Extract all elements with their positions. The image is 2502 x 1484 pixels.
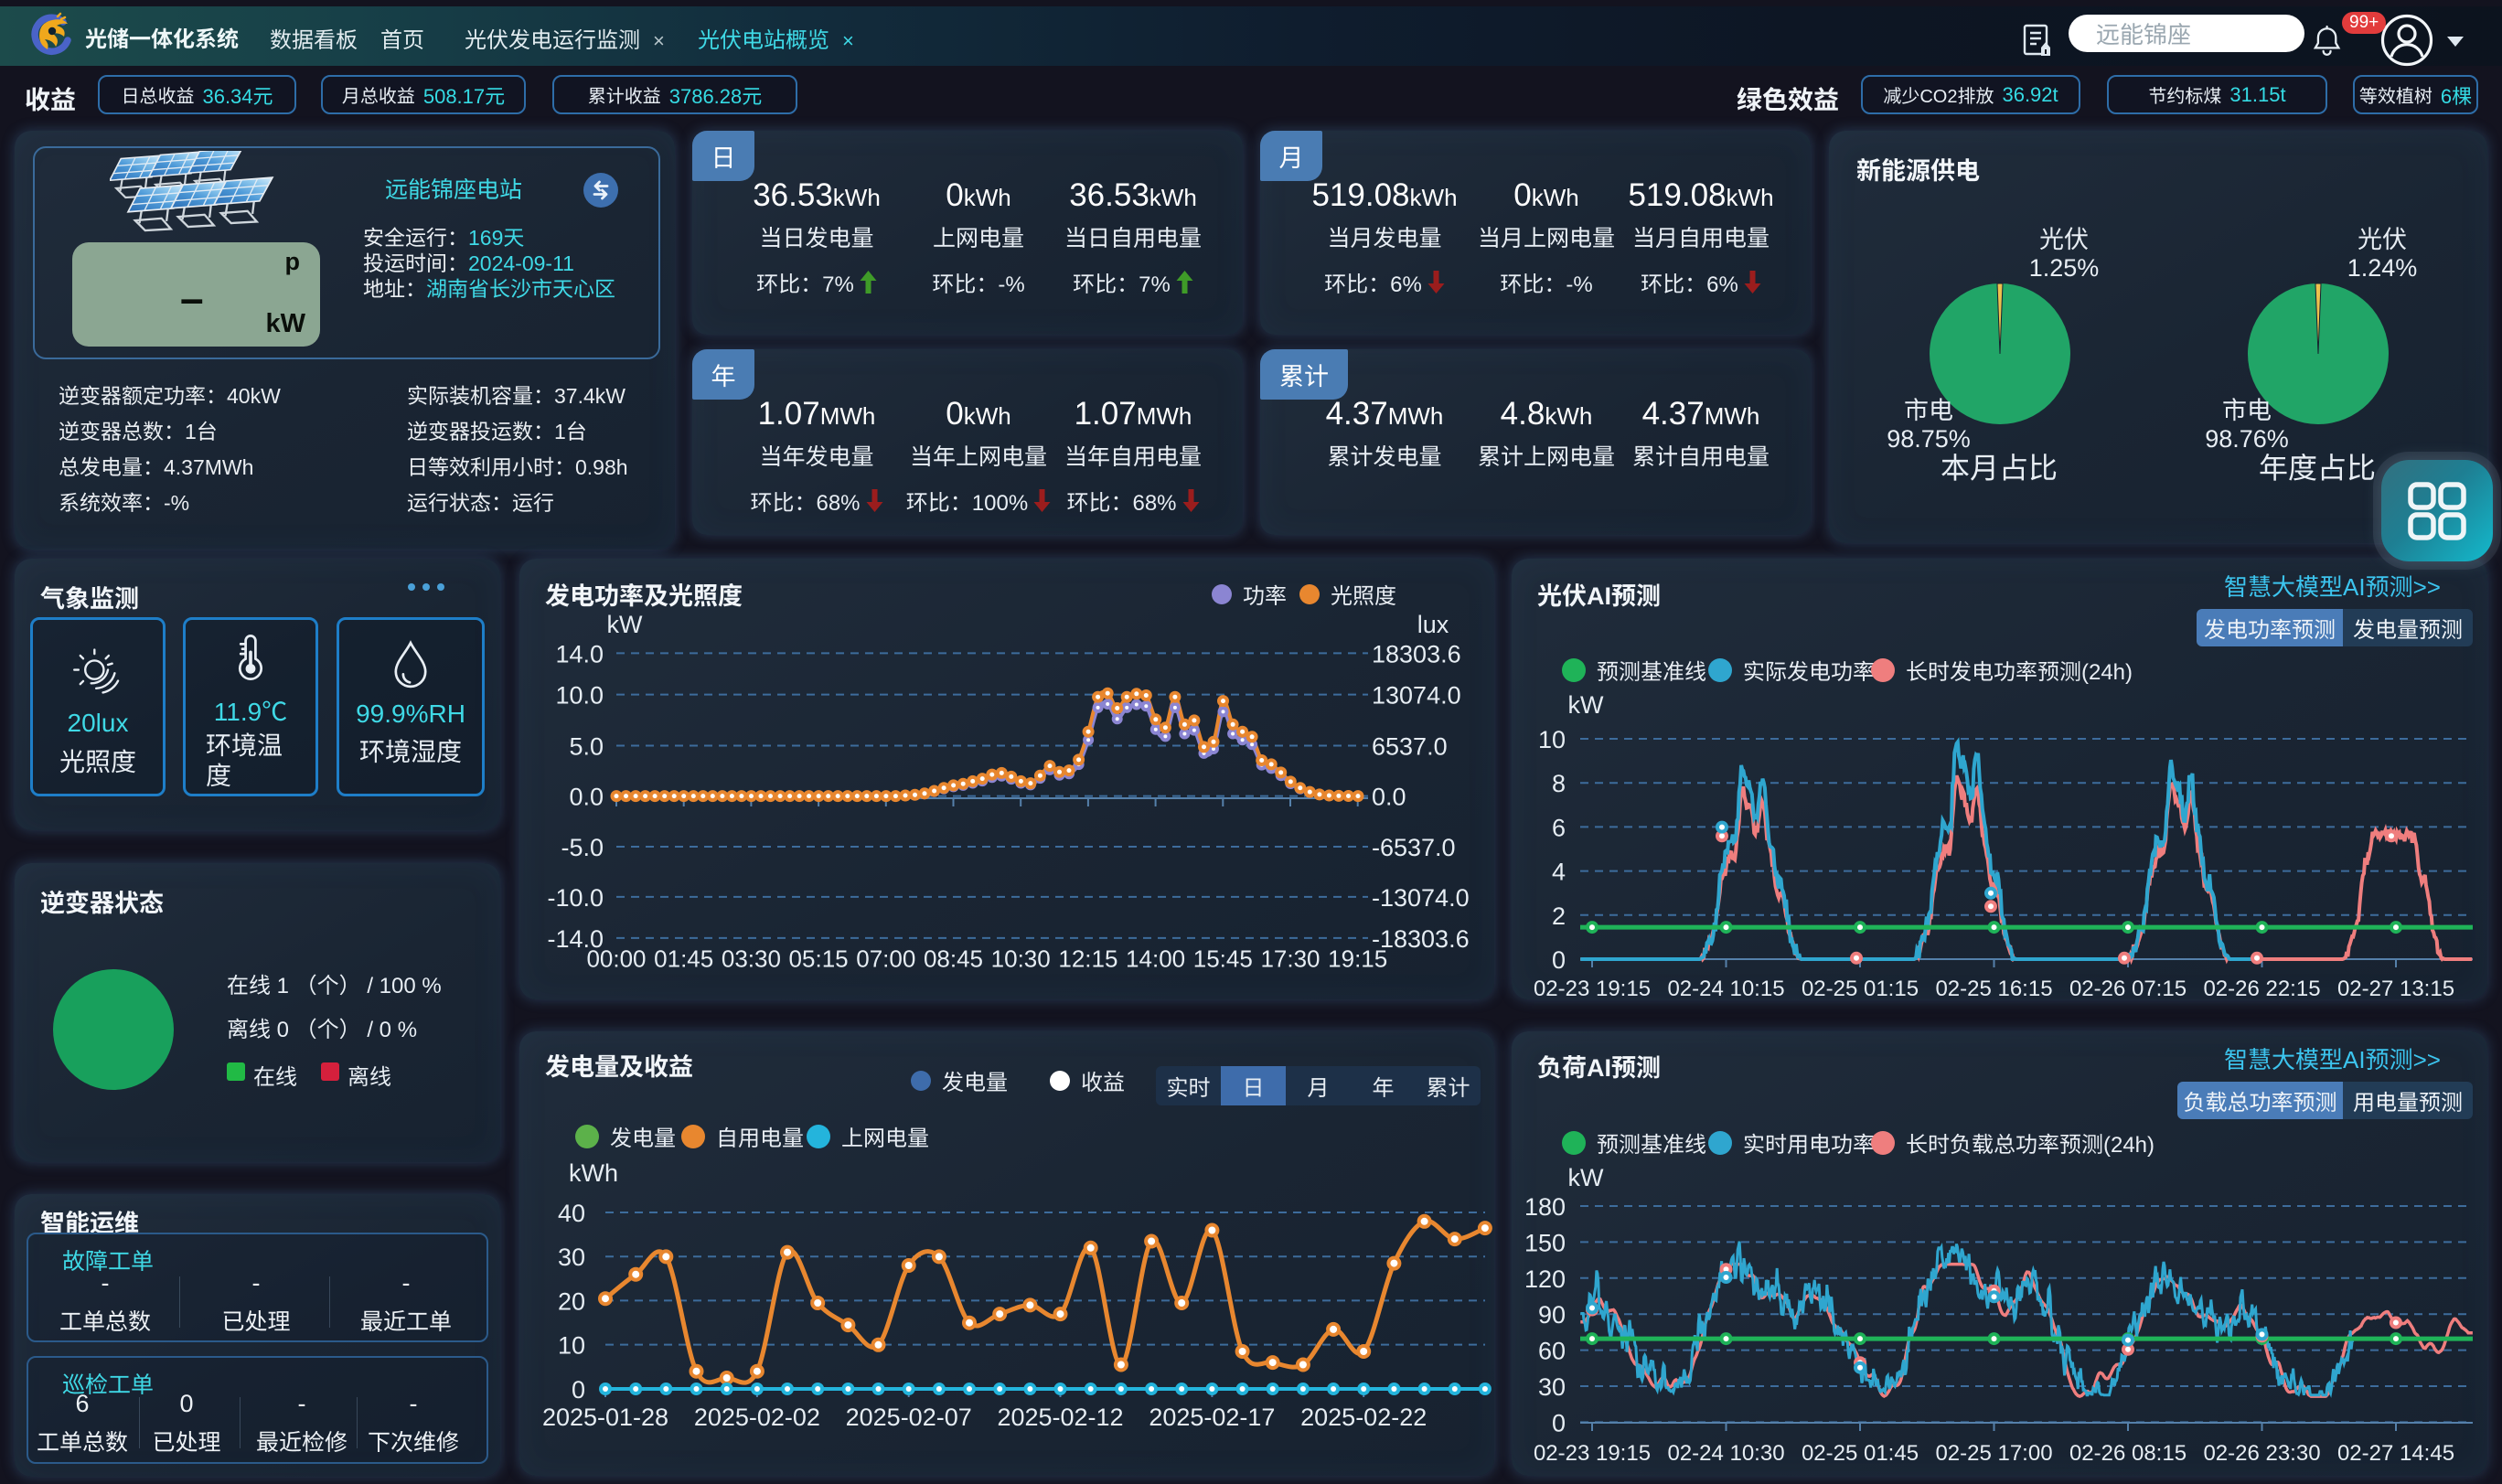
svg-text:-5.0: -5.0 — [561, 834, 604, 861]
svg-text:02-23 19:15: 02-23 19:15 — [1534, 1441, 1651, 1466]
svg-text:0: 0 — [1552, 946, 1566, 974]
svg-text:20: 20 — [558, 1287, 585, 1315]
svg-text:6537.0: 6537.0 — [1372, 733, 1448, 761]
svg-text:60: 60 — [1538, 1338, 1566, 1365]
svg-text:8: 8 — [1552, 770, 1566, 797]
svg-text:0.0: 0.0 — [569, 784, 604, 811]
svg-text:14.0: 14.0 — [555, 640, 604, 667]
svg-text:4: 4 — [1552, 859, 1566, 886]
svg-text:2025-02-02: 2025-02-02 — [694, 1404, 820, 1431]
svg-text:kW: kW — [1568, 1164, 1605, 1191]
svg-text:5.0: 5.0 — [569, 733, 604, 761]
svg-text:00:00: 00:00 — [586, 945, 646, 972]
svg-text:02-27 14:45: 02-27 14:45 — [2337, 1441, 2454, 1466]
svg-text:2: 2 — [1552, 902, 1566, 930]
svg-text:17:30: 17:30 — [1260, 945, 1320, 972]
svg-text:02-23 19:15: 02-23 19:15 — [1534, 977, 1651, 999]
svg-text:05:15: 05:15 — [789, 945, 849, 972]
svg-text:02-26 08:15: 02-26 08:15 — [2069, 1441, 2187, 1466]
svg-text:-13074.0: -13074.0 — [1372, 884, 1470, 912]
svg-text:0.0: 0.0 — [1372, 784, 1406, 811]
svg-text:10: 10 — [1538, 726, 1566, 753]
svg-text:10:30: 10:30 — [991, 945, 1051, 972]
svg-text:2025-02-07: 2025-02-07 — [846, 1404, 972, 1431]
svg-text:02-24 10:30: 02-24 10:30 — [1667, 1441, 1784, 1466]
svg-text:2025-02-12: 2025-02-12 — [997, 1404, 1123, 1431]
svg-text:02-25 17:00: 02-25 17:00 — [1935, 1441, 2052, 1466]
svg-text:02-26 22:15: 02-26 22:15 — [2203, 977, 2320, 999]
svg-text:12:15: 12:15 — [1058, 945, 1117, 972]
svg-text:01:45: 01:45 — [654, 945, 713, 972]
svg-text:kW: kW — [1568, 691, 1605, 719]
svg-text:kWh: kWh — [569, 1159, 618, 1187]
svg-text:40: 40 — [558, 1200, 585, 1227]
svg-text:02-25 01:15: 02-25 01:15 — [1802, 977, 1919, 999]
svg-text:-6537.0: -6537.0 — [1372, 834, 1456, 861]
svg-text:120: 120 — [1524, 1265, 1566, 1293]
svg-text:0: 0 — [1552, 1409, 1566, 1436]
svg-text:kW: kW — [607, 611, 644, 638]
svg-text:30: 30 — [558, 1244, 585, 1271]
svg-text:08:45: 08:45 — [924, 945, 983, 972]
svg-text:90: 90 — [1538, 1301, 1566, 1329]
svg-text:02-24 10:15: 02-24 10:15 — [1667, 977, 1784, 999]
svg-text:lux: lux — [1417, 611, 1449, 638]
svg-text:2025-02-22: 2025-02-22 — [1300, 1404, 1427, 1431]
svg-text:02-25 16:15: 02-25 16:15 — [1935, 977, 2052, 999]
svg-text:07:00: 07:00 — [856, 945, 915, 972]
svg-text:14:00: 14:00 — [1126, 945, 1185, 972]
svg-text:10: 10 — [558, 1332, 585, 1360]
svg-text:2025-02-17: 2025-02-17 — [1149, 1404, 1275, 1431]
svg-text:30: 30 — [1538, 1373, 1566, 1401]
svg-text:0: 0 — [572, 1376, 585, 1404]
svg-text:6: 6 — [1552, 814, 1566, 841]
svg-text:19:15: 19:15 — [1328, 945, 1387, 972]
svg-text:10.0: 10.0 — [555, 682, 604, 710]
svg-text:02-26 07:15: 02-26 07:15 — [2069, 977, 2187, 999]
svg-text:02-25 01:45: 02-25 01:45 — [1802, 1441, 1919, 1466]
svg-text:150: 150 — [1524, 1229, 1566, 1256]
svg-text:13074.0: 13074.0 — [1372, 682, 1461, 710]
svg-text:02-27 13:15: 02-27 13:15 — [2337, 977, 2454, 999]
svg-text:180: 180 — [1524, 1193, 1566, 1221]
svg-text:2025-01-28: 2025-01-28 — [542, 1404, 668, 1431]
svg-text:15:45: 15:45 — [1193, 945, 1253, 972]
svg-text:18303.6: 18303.6 — [1372, 640, 1461, 667]
svg-text:-10.0: -10.0 — [547, 884, 604, 912]
svg-text:02-26 23:30: 02-26 23:30 — [2203, 1441, 2320, 1466]
svg-text:03:30: 03:30 — [722, 945, 781, 972]
